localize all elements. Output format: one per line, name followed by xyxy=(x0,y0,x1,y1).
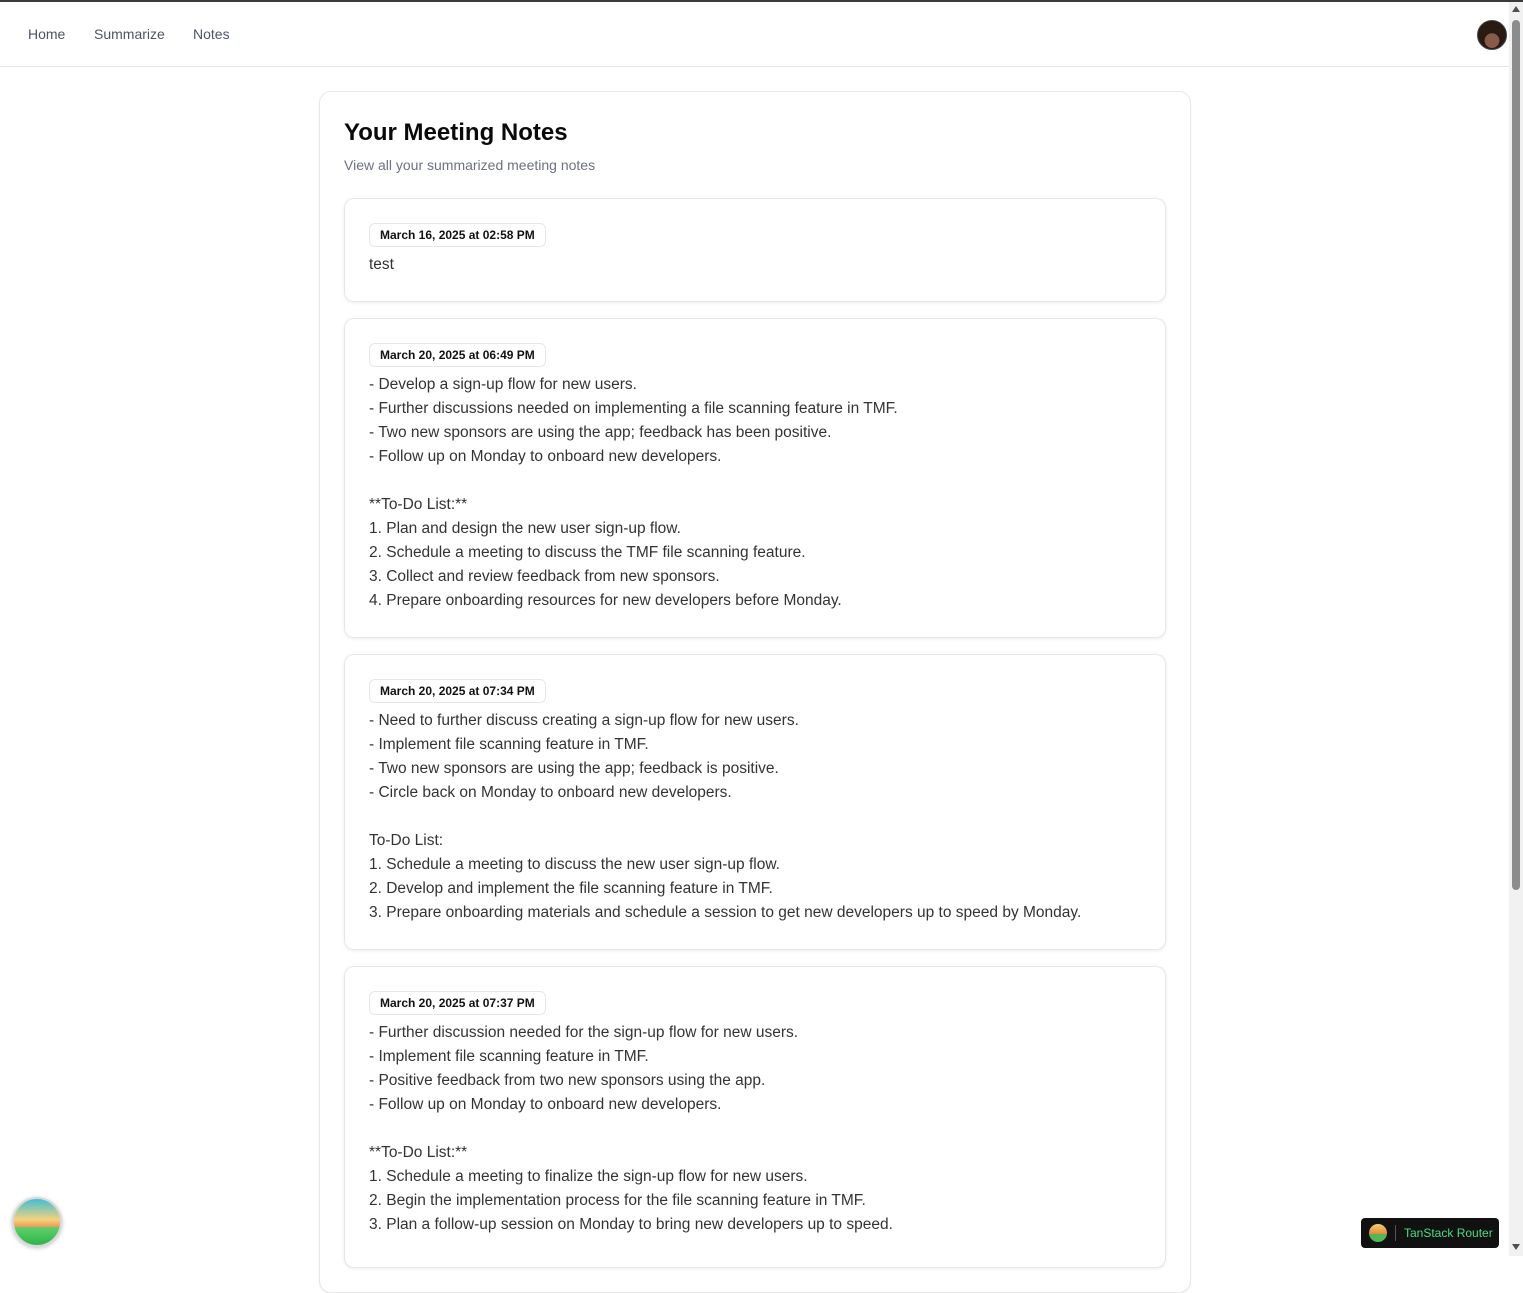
note-summary-text: - Further discussion needed for the sign… xyxy=(369,1024,893,1233)
note-card: March 16, 2025 at 02:58 PM test xyxy=(344,198,1166,302)
nav-link-notes[interactable]: Notes xyxy=(193,26,230,42)
note-summary-text: test xyxy=(369,256,394,273)
nav-link-summarize[interactable]: Summarize xyxy=(94,26,165,42)
scrollbar-thumb[interactable] xyxy=(1512,20,1520,890)
page-title: Your Meeting Notes xyxy=(344,119,568,146)
query-devtools-logo-button[interactable] xyxy=(12,1197,62,1247)
note-date-badge: March 16, 2025 at 02:58 PM xyxy=(369,223,546,247)
page-scrollbar[interactable] xyxy=(1509,2,1523,1256)
tanstack-router-label: TanStack Router xyxy=(1404,1226,1493,1240)
nav-link-home[interactable]: Home xyxy=(28,26,65,42)
top-navbar: Home Summarize Notes xyxy=(0,2,1509,67)
divider xyxy=(1395,1225,1396,1241)
user-avatar[interactable] xyxy=(1477,20,1507,50)
scroll-up-arrow-icon[interactable] xyxy=(1512,6,1520,12)
note-summary-text: - Develop a sign-up flow for new users. … xyxy=(369,376,898,609)
tanstack-logo-icon xyxy=(1369,1224,1387,1242)
tanstack-router-devtools-button[interactable]: TanStack Router xyxy=(1361,1218,1499,1248)
note-date-badge: March 20, 2025 at 07:37 PM xyxy=(369,991,546,1015)
note-date-badge: March 20, 2025 at 07:34 PM xyxy=(369,679,546,703)
note-summary-text: - Need to further discuss creating a sig… xyxy=(369,712,1082,921)
note-date-badge: March 20, 2025 at 06:49 PM xyxy=(369,343,546,367)
note-card: March 20, 2025 at 07:37 PM - Further dis… xyxy=(344,966,1166,1268)
note-card: March 20, 2025 at 07:34 PM - Need to fur… xyxy=(344,654,1166,950)
scroll-down-arrow-icon[interactable] xyxy=(1512,1244,1520,1250)
page-subtitle: View all your summarized meeting notes xyxy=(344,157,596,173)
note-card: March 20, 2025 at 06:49 PM - Develop a s… xyxy=(344,318,1166,638)
meeting-notes-panel: Your Meeting Notes View all your summari… xyxy=(319,91,1191,1293)
